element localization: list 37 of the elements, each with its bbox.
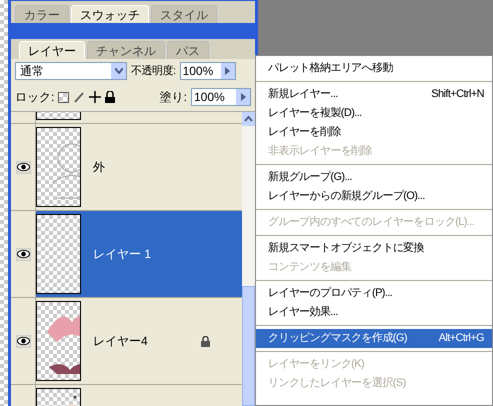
menu-item[interactable]: レイヤーからの新規グループ(O)... xyxy=(256,187,492,206)
opacity-field[interactable]: 100% xyxy=(180,62,236,80)
lock-icon[interactable] xyxy=(105,91,116,103)
blend-mode-dropdown[interactable]: 通常 xyxy=(15,62,127,80)
scrollbar[interactable] xyxy=(242,112,255,406)
arrow-right-icon xyxy=(225,67,230,75)
menu-item[interactable]: 新規レイヤー... Shift+Ctrl+N xyxy=(256,85,492,104)
menu-item[interactable]: パレット格納エリアへ移動 xyxy=(256,59,492,78)
lock-label: ロック: xyxy=(15,89,54,106)
layer-row[interactable]: 外 xyxy=(11,124,242,211)
menu-item[interactable]: 新規スマートオブジェクトに変換 xyxy=(256,239,492,258)
opacity-label: 不透明度: xyxy=(131,64,176,79)
palette-tab[interactable]: チャンネル xyxy=(87,41,165,59)
lock-transparency-icon[interactable] xyxy=(58,92,70,102)
layer-row[interactable]: レイヤー4 xyxy=(11,298,242,385)
layer-name: レイヤー4 xyxy=(93,333,148,350)
menu-item[interactable]: レイヤーのプロパティ(P)... xyxy=(256,284,492,303)
menu-item[interactable]: レイヤーを複製(D)... xyxy=(256,104,492,123)
palette-tab[interactable]: スタイル xyxy=(151,5,217,23)
chevron-down-icon xyxy=(114,68,122,74)
fill-field[interactable]: 100% xyxy=(191,88,251,106)
layer-row[interactable]: レイヤー 1 xyxy=(11,211,242,298)
menu-item[interactable]: クリッピングマスクを作成(G) Alt+Ctrl+G xyxy=(256,329,492,348)
arrow-right-icon xyxy=(240,93,246,101)
palette-tab[interactable]: スウォッチ xyxy=(71,5,149,23)
fill-label: 塗り: xyxy=(160,89,187,106)
brush-icon[interactable] xyxy=(73,91,86,103)
palette-tab[interactable]: レイヤー xyxy=(19,41,85,59)
menu-item[interactable]: 新規グループ(G)... xyxy=(256,168,492,187)
menu-item[interactable]: レイヤー効果... xyxy=(256,303,492,322)
palette-tab[interactable]: カラー xyxy=(15,5,69,23)
move-icon[interactable] xyxy=(89,91,102,103)
palette-tab[interactable]: パス xyxy=(167,41,209,59)
scroll-up-icon[interactable] xyxy=(242,112,255,126)
layer-name: 外 xyxy=(93,159,105,176)
menu-item[interactable]: レイヤーを削除 xyxy=(256,123,492,142)
layer-name: レイヤー 1 xyxy=(93,246,152,263)
